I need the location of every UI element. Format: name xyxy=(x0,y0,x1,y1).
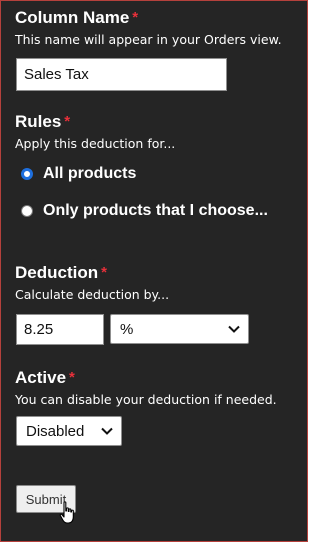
deduction-form: Column Name * This name will appear in yo… xyxy=(0,0,308,542)
radio-button-checked[interactable] xyxy=(21,168,33,180)
deduction-unit-select[interactable]: % xyxy=(110,314,249,344)
rules-hint: Apply this deduction for... xyxy=(15,136,176,151)
radio-label: All products xyxy=(43,165,137,182)
required-mark: * xyxy=(69,369,75,386)
deduction-heading: Deduction * xyxy=(15,263,107,282)
radio-label: Only products that I choose... xyxy=(43,202,268,219)
hand-cursor-icon xyxy=(59,501,74,524)
deduction-section: Deduction * Calculate deduction by... xyxy=(15,263,169,303)
active-heading: Active * xyxy=(15,368,75,387)
column-name-heading: Column Name * xyxy=(15,8,139,27)
deduction-amount-input[interactable] xyxy=(16,314,104,345)
chevron-down-icon xyxy=(101,427,113,435)
column-name-section: Column Name * This name will appear in yo… xyxy=(15,8,282,48)
rules-heading: Rules * xyxy=(15,112,71,131)
required-mark: * xyxy=(64,113,71,130)
radio-all-products[interactable]: All products xyxy=(21,165,136,183)
active-section: Active * You can disable your deduction i… xyxy=(15,368,277,408)
rules-section: Rules * Apply this deduction for... xyxy=(15,112,175,152)
radio-button[interactable] xyxy=(21,205,33,217)
column-name-hint: This name will appear in your Orders vie… xyxy=(15,32,282,47)
active-status-value: Disabled xyxy=(26,422,85,440)
deduction-unit-value: % xyxy=(120,320,134,338)
radio-only-chosen-products[interactable]: Only products that I choose... xyxy=(21,202,268,220)
chevron-down-icon xyxy=(228,325,240,333)
deduction-hint: Calculate deduction by... xyxy=(15,287,170,302)
active-hint: You can disable your deduction if needed… xyxy=(15,392,277,407)
required-mark: * xyxy=(132,9,139,26)
column-name-input[interactable] xyxy=(16,58,227,91)
required-mark: * xyxy=(101,264,107,281)
active-status-select[interactable]: Disabled xyxy=(16,416,122,446)
